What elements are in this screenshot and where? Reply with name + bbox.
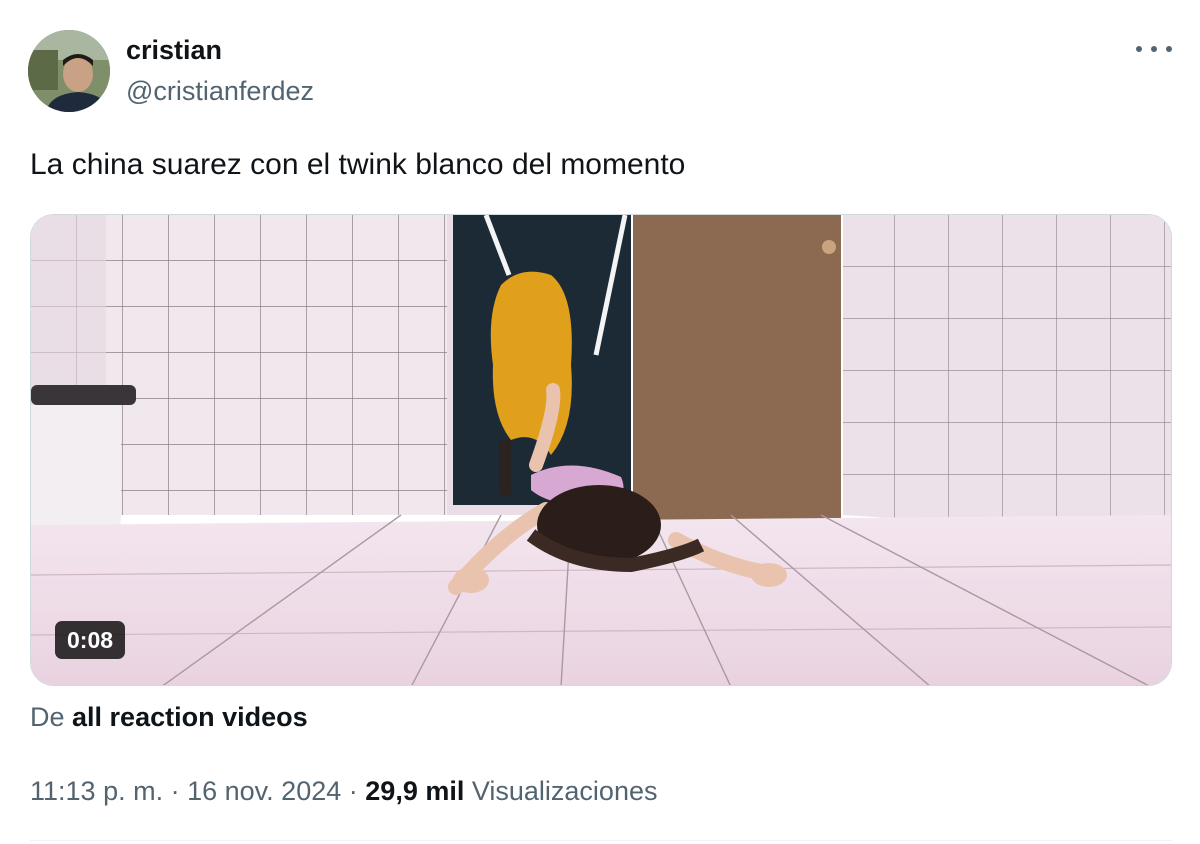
meta-separator: · — [348, 776, 358, 806]
source-name-link[interactable]: all reaction videos — [72, 702, 308, 732]
tweet-time[interactable]: 11:13 p. m. — [30, 776, 163, 806]
more-dot — [1166, 46, 1172, 52]
more-dot — [1136, 46, 1142, 52]
tweet-date[interactable]: 16 nov. 2024 — [187, 776, 341, 806]
divider — [30, 840, 1172, 841]
video-duration-badge: 0:08 — [55, 621, 126, 659]
media-source: De all reaction videos — [30, 700, 308, 734]
more-horizontal-icon[interactable] — [1136, 36, 1172, 62]
video-thumbnail — [31, 215, 1171, 685]
meta-separator: · — [170, 776, 180, 806]
avatar[interactable] — [28, 30, 110, 112]
views-count: 29,9 mil — [365, 776, 465, 806]
more-dot — [1151, 46, 1157, 52]
source-prefix: De — [30, 702, 65, 732]
author-handle[interactable]: @cristianferdez — [126, 75, 314, 107]
tweet-metadata: 11:13 p. m. · 16 nov. 2024 · 29,9 mil Vi… — [30, 774, 657, 808]
tweet-text: La china suarez con el twink blanco del … — [30, 148, 686, 181]
views-label: Visualizaciones — [471, 776, 658, 806]
author-display-name[interactable]: cristian — [126, 34, 222, 66]
video-player[interactable]: 0:08 — [30, 214, 1172, 686]
